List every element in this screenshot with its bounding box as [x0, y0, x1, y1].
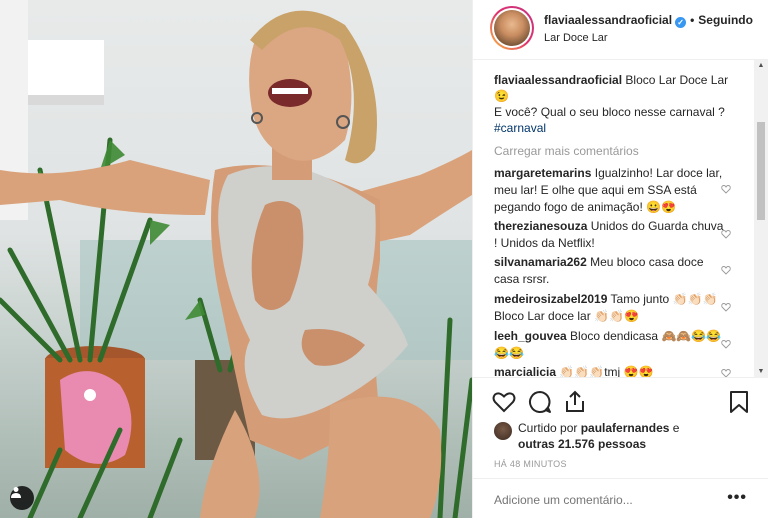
caption-hashtag[interactable]: #carnaval	[494, 121, 546, 135]
user-tags-button[interactable]	[10, 486, 34, 510]
likes-text: Curtido por paulafernandes e outras 21.5…	[518, 420, 748, 452]
caption-username[interactable]: flaviaalessandraoficial	[494, 73, 622, 87]
comment-item: margaretemarins Igualzinho! Lar doce lar…	[494, 165, 724, 216]
comments-list[interactable]: flaviaalessandraoficial Bloco Lar Doce L…	[473, 60, 768, 378]
comment-item: marcialicia 👏🏻👏🏻👏🏻tmj 😍😍	[494, 364, 724, 378]
comment-item: leeh_gouvea Bloco dendicasa 🙈🙈😂😂😂😂	[494, 328, 724, 362]
comment-username[interactable]: silvanamaria262	[494, 255, 587, 269]
comment-item: therezianesouza Unidos do Guarda chuva !…	[494, 218, 724, 252]
comment-like-heart-icon[interactable]	[721, 265, 731, 275]
comment-like-heart-icon[interactable]	[721, 184, 731, 194]
more-options-icon[interactable]: •••	[727, 489, 747, 507]
comment-like-heart-icon[interactable]	[721, 339, 731, 349]
likes-summary: Curtido por paulafernandes e outras 21.5…	[494, 420, 754, 456]
liker-username[interactable]: paulafernandes	[581, 421, 670, 435]
post-photo[interactable]	[0, 0, 472, 518]
comment-bubble-icon[interactable]	[527, 389, 553, 415]
following-button[interactable]: Seguindo	[698, 13, 753, 27]
post-side-panel: flaviaalessandraoficial ✓ • Seguindo Lar Do…	[472, 0, 768, 518]
load-more-comments-button[interactable]: Carregar mais comentários	[494, 144, 639, 158]
likes-prefix: Curtido por	[518, 421, 578, 435]
comment-username[interactable]: marcialicia	[494, 365, 556, 377]
add-comment-bar: •••	[473, 478, 768, 518]
comment-item: silvanamaria262 Meu bloco casa doce casa…	[494, 254, 724, 288]
comment-like-heart-icon[interactable]	[721, 229, 731, 239]
post-header: flaviaalessandraoficial ✓ • Seguindo Lar Do…	[473, 0, 768, 60]
comments-scrollbar[interactable]: ▲ ▼	[754, 60, 768, 378]
photo-illustration	[0, 0, 472, 518]
comment-item: medeirosizabel2019 Tamo junto 👏🏻👏🏻👏🏻 Blo…	[494, 291, 724, 325]
scroll-down-arrow-icon[interactable]: ▼	[757, 368, 765, 376]
scrollbar-thumb[interactable]	[757, 122, 765, 220]
comment-username[interactable]: leeh_gouvea	[494, 329, 567, 343]
scroll-up-arrow-icon[interactable]: ▲	[757, 62, 765, 70]
share-icon[interactable]	[562, 389, 588, 415]
post-caption: flaviaalessandraoficial Bloco Lar Doce L…	[494, 72, 734, 136]
heart-icon[interactable]	[491, 389, 517, 415]
comment-username[interactable]: margaretemarins	[494, 166, 591, 180]
bookmark-icon[interactable]	[726, 389, 752, 415]
likes-others-count[interactable]: outras 21.576 pessoas	[518, 437, 646, 451]
verified-badge-icon: ✓	[675, 17, 687, 28]
likes-connector: e	[672, 421, 680, 435]
post-timestamp[interactable]: HÁ 48 MINUTOS	[494, 459, 567, 469]
separator-dot: •	[690, 13, 695, 27]
comment-like-heart-icon[interactable]	[721, 368, 731, 378]
post-actions-bar	[473, 380, 768, 424]
comment-username[interactable]: medeirosizabel2019	[494, 292, 607, 306]
caption-text-line2: E você? Qual o seu bloco nesse carnaval …	[494, 105, 725, 119]
post-location[interactable]: Lar Doce Lar	[544, 32, 608, 44]
caption-text-line1: Bloco Lar Doce Lar	[625, 73, 729, 87]
author-avatar[interactable]	[490, 6, 534, 50]
header-user-line: flaviaalessandraoficial ✓ • Seguindo	[544, 13, 753, 28]
comment-like-heart-icon[interactable]	[721, 302, 731, 312]
author-username[interactable]: flaviaalessandraoficial	[544, 13, 672, 27]
comment-username[interactable]: therezianesouza	[494, 219, 587, 233]
add-comment-input[interactable]	[494, 493, 714, 507]
comment-text: 👏🏻👏🏻👏🏻tmj 😍😍	[559, 365, 654, 378]
instagram-post-modal: flaviaalessandraoficial ✓ • Seguindo Lar Do…	[0, 0, 768, 518]
caption-emoji: 😉	[494, 89, 509, 103]
user-tag-icon	[11, 487, 21, 498]
liker-avatar[interactable]	[494, 422, 512, 440]
